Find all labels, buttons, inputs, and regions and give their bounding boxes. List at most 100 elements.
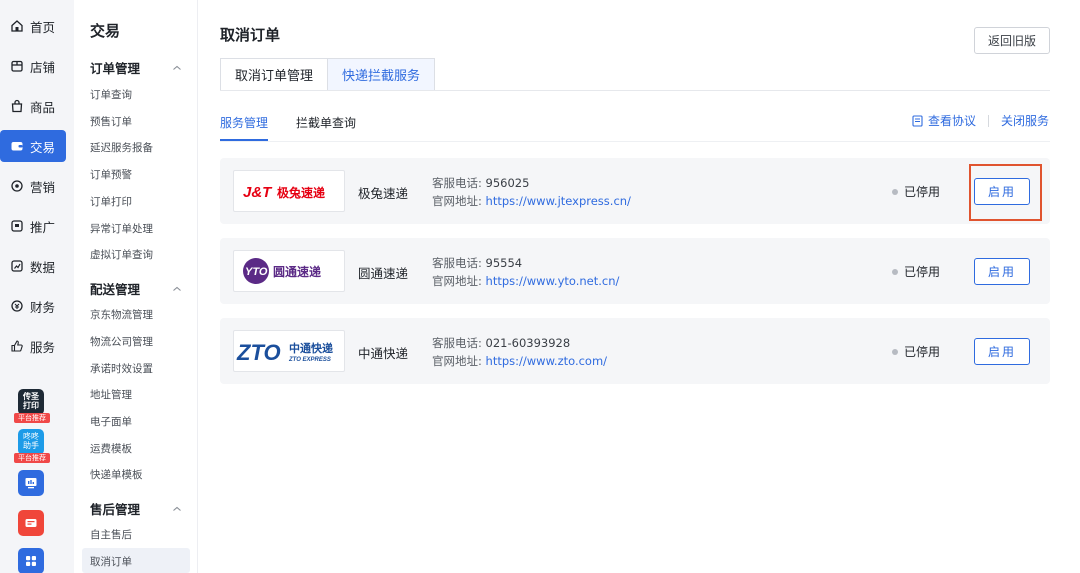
rail-item-service[interactable]: 服务 [0, 330, 66, 362]
app-print-label: 传圣打印 [23, 392, 39, 410]
nav-link[interactable]: 物流公司管理 [90, 334, 153, 349]
nav-link[interactable]: 延迟服务报备 [90, 140, 153, 155]
tab-cancel-order-manage[interactable]: 取消订单管理 [220, 58, 329, 91]
yto-logo: YTO 圆通速递 [233, 250, 345, 292]
subtab-divider [220, 141, 1050, 142]
nav-link[interactable]: 地址管理 [90, 387, 132, 402]
nav-link[interactable]: 京东物流管理 [90, 307, 153, 322]
phone-label: 客服电话: [432, 336, 482, 350]
nav-group-delivery[interactable]: 配送管理 [90, 279, 182, 298]
zto-logo-mark: ZTO 中通快递 ZTO EXPRESS [236, 340, 333, 365]
enable-button[interactable]: 启用 [974, 258, 1030, 285]
chevron-up-icon [173, 286, 181, 291]
nav-link-active[interactable]: 取消订单 [90, 554, 132, 569]
finance-icon [10, 299, 24, 313]
enable-button[interactable]: 启用 [974, 338, 1030, 365]
close-service-link[interactable]: 关闭服务 [1001, 112, 1049, 129]
target-icon [10, 179, 24, 193]
nav-link[interactable]: 订单查询 [90, 87, 132, 102]
thumb-icon [10, 339, 24, 353]
nav-link[interactable]: 订单打印 [90, 194, 132, 209]
nav-link[interactable]: 异常订单处理 [90, 221, 153, 236]
highlight-box [969, 164, 1042, 221]
app-print-tile[interactable]: 传圣打印 [18, 389, 44, 415]
zto-logo: ZTO 中通快递 ZTO EXPRESS [233, 330, 345, 372]
status-dot [892, 268, 898, 275]
nav-link[interactable]: 承诺时效设置 [90, 361, 153, 376]
rail-label: 服务 [30, 339, 56, 355]
bag-icon [10, 99, 24, 113]
app-more-tile[interactable] [18, 548, 44, 573]
rail-item-goods[interactable]: 商品 [0, 90, 66, 122]
yto-logo-mark: YTO 圆通速递 [243, 258, 321, 284]
main-content: 取消订单 返回旧版 取消订单管理 快递拦截服务 服务管理 拦截单查询 查看协议 … [198, 0, 1080, 573]
carrier-info: 客服电话: 956025 官网地址: https://www.jtexpress… [432, 174, 631, 210]
view-agreement-link[interactable]: 查看协议 [928, 112, 976, 129]
jt-logo: J&T 极兔速递 [233, 170, 345, 212]
monitor-icon [25, 478, 37, 489]
rail-item-home[interactable]: 首页 [0, 10, 66, 42]
megaphone-icon [10, 219, 24, 233]
tab-express-intercept[interactable]: 快递拦截服务 [328, 58, 436, 91]
rail-item-promotion[interactable]: 推广 [0, 210, 66, 242]
carrier-card-zto: ZTO 中通快递 ZTO EXPRESS 中通快递 客服电话: 021-6039… [220, 318, 1050, 384]
app-coupon-tile[interactable] [18, 510, 44, 536]
site-link[interactable]: https://www.yto.net.cn/ [486, 274, 620, 288]
svg-text:ZTO EXPRESS: ZTO EXPRESS [288, 357, 331, 363]
site-label: 官网地址: [432, 274, 482, 288]
status-badge: 已停用 [892, 343, 940, 360]
carrier-card-jt: J&T 极兔速递 极兔速递 客服电话: 956025 官网地址: https:/… [220, 158, 1050, 224]
nav-group-aftersale[interactable]: 售后管理 [90, 499, 182, 518]
rail-label: 店铺 [30, 59, 56, 75]
nav-link[interactable]: 电子面单 [90, 414, 132, 429]
rail-item-data[interactable]: 数据 [0, 250, 66, 282]
shop-icon [10, 59, 24, 73]
rail-label: 营销 [30, 179, 56, 195]
carrier-name: 中通快递 [358, 346, 409, 361]
nav-group-order[interactable]: 订单管理 [90, 58, 182, 77]
app-helper-tile[interactable]: 咚咚助手 [18, 429, 44, 455]
chevron-up-icon [173, 65, 181, 70]
grid-icon [26, 556, 36, 566]
coupon-icon [25, 519, 37, 527]
subtab-intercept-query[interactable]: 拦截单查询 [296, 114, 356, 141]
phone-value: 95554 [485, 256, 523, 270]
app-helper-label: 咚咚助手 [23, 432, 39, 450]
site-link[interactable]: https://www.zto.com/ [486, 354, 608, 368]
app-screen-tile[interactable] [18, 470, 44, 496]
rail-item-shop[interactable]: 店铺 [0, 50, 66, 82]
nav-link[interactable]: 预售订单 [90, 114, 132, 129]
nav-link[interactable]: 快递单模板 [90, 467, 143, 482]
phone-value: 956025 [485, 176, 530, 190]
status-text: 已停用 [904, 185, 941, 199]
phone-label: 客服电话: [432, 256, 482, 270]
status-dot [892, 348, 898, 355]
carrier-name: 圆通速递 [358, 266, 409, 281]
nav-group-label: 售后管理 [90, 502, 141, 517]
rail-item-finance[interactable]: 财务 [0, 290, 66, 322]
rail-item-marketing[interactable]: 营销 [0, 170, 66, 202]
nav-link[interactable]: 虚拟订单查询 [90, 247, 153, 262]
subtab-service-manage[interactable]: 服务管理 [220, 114, 269, 141]
nav-link[interactable]: 订单预警 [90, 167, 132, 182]
subtab-bar: 服务管理 拦截单查询 [220, 114, 356, 141]
app-print-tag: 平台推荐 [14, 413, 50, 423]
rail-label: 商品 [30, 99, 56, 115]
site-link[interactable]: https://www.jtexpress.cn/ [486, 194, 631, 208]
wallet-icon [10, 139, 24, 153]
phone-value: 021-60393928 [485, 336, 571, 350]
carrier-info: 客服电话: 95554 官网地址: https://www.yto.net.cn… [432, 254, 619, 290]
return-legacy-button[interactable]: 返回旧版 [974, 27, 1050, 54]
nav-group-label: 配送管理 [90, 282, 141, 297]
svg-text:YTO: YTO [245, 266, 268, 278]
tab-bar: 取消订单管理 快递拦截服务 [220, 58, 436, 91]
nav-link[interactable]: 运费模板 [90, 441, 132, 456]
svg-text:ZTO: ZTO [236, 340, 281, 365]
status-text: 已停用 [904, 345, 941, 359]
nav-link[interactable]: 自主售后 [90, 527, 132, 542]
page-title: 取消订单 [220, 26, 281, 44]
rail-item-trade[interactable]: 交易 [0, 130, 66, 162]
subnav-title: 交易 [90, 22, 121, 40]
home-icon [10, 19, 24, 33]
svg-text:圆通速递: 圆通速递 [273, 264, 321, 279]
